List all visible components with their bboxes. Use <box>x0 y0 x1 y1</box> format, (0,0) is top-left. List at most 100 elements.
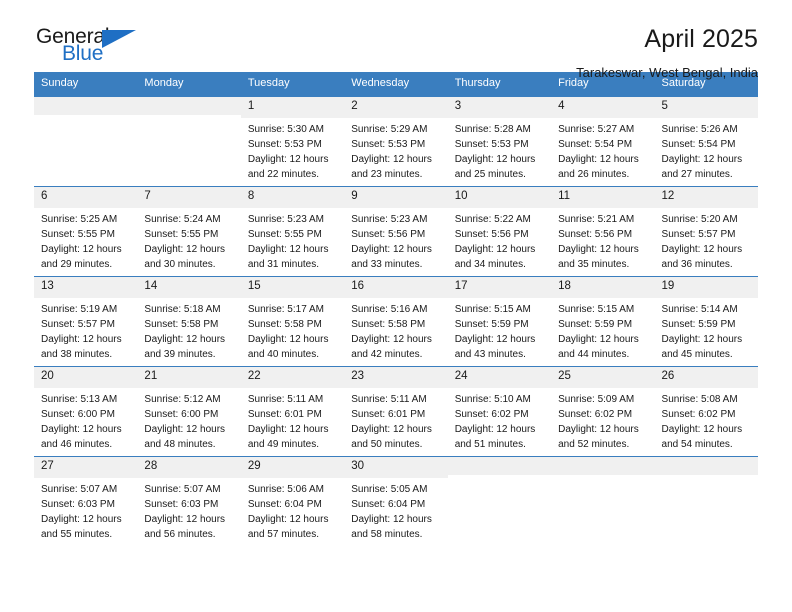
weekday-header-monday: Monday <box>137 72 241 97</box>
day-number: 19 <box>654 277 758 298</box>
daylight-duration-line1: Daylight: 12 hours <box>661 423 743 435</box>
calendar-day-cell[interactable]: 21 Sunrise: 5:12 AM Sunset: 6:00 PM Dayligh… <box>137 366 241 457</box>
calendar-day-cell[interactable]: 1 Sunrise: 5:30 AM Sunset: 5:53 PM Daylight… <box>240 96 345 187</box>
calendar-day-cell[interactable]: 22 Sunrise: 5:11 AM Sunset: 6:01 PM Dayligh… <box>240 366 345 457</box>
day-details: Sunrise: 5:07 AM Sunset: 6:03 PM Daylight:… <box>137 478 240 542</box>
calendar-day-cell[interactable]: 4 Sunrise: 5:27 AM Sunset: 5:54 PM Daylight… <box>551 96 655 187</box>
sunrise-time: Sunrise: 5:15 AM <box>454 303 531 315</box>
calendar-day-cell[interactable]: 30 Sunrise: 5:05 AM Sunset: 6:04 PM Dayligh… <box>344 456 448 547</box>
day-details: Sunrise: 5:06 AM Sunset: 6:04 PM Daylight:… <box>241 478 344 542</box>
sunset-time: Sunset: 5:59 PM <box>558 318 633 330</box>
sunrise-time: Sunrise: 5:22 AM <box>454 213 531 225</box>
sunset-time: Sunset: 6:04 PM <box>247 498 322 510</box>
day-number: 27 <box>34 457 138 478</box>
daylight-duration-line2: and 44 minutes. <box>558 348 630 360</box>
daylight-duration-line2: and 56 minutes. <box>144 528 216 540</box>
calendar-day-cell[interactable]: 24 Sunrise: 5:10 AM Sunset: 6:02 PM Dayligh… <box>447 366 552 457</box>
sunset-time: Sunset: 5:53 PM <box>247 138 322 150</box>
sunrise-time: Sunrise: 5:19 AM <box>41 303 118 315</box>
calendar-day-cell[interactable]: 27 Sunrise: 5:07 AM Sunset: 6:03 PM Dayligh… <box>34 456 138 547</box>
day-details: Sunrise: 5:25 AM Sunset: 5:55 PM Daylight:… <box>34 208 137 272</box>
calendar-day-cell[interactable]: 6 Sunrise: 5:25 AM Sunset: 5:55 PM Daylight… <box>34 186 138 277</box>
day-number: 11 <box>551 187 655 208</box>
sunrise-time: Sunrise: 5:15 AM <box>558 303 635 315</box>
day-details: Sunrise: 5:13 AM Sunset: 6:00 PM Daylight:… <box>34 388 137 452</box>
daylight-duration-line1: Daylight: 12 hours <box>144 333 226 345</box>
sunrise-time: Sunrise: 5:10 AM <box>454 393 531 405</box>
day-number: 22 <box>240 367 345 388</box>
calendar-day-cell[interactable]: 15 Sunrise: 5:17 AM Sunset: 5:58 PM Dayligh… <box>240 276 345 367</box>
calendar-day-cell-empty <box>551 456 655 547</box>
sunset-time: Sunset: 6:02 PM <box>661 408 736 420</box>
calendar-day-cell[interactable]: 16 Sunrise: 5:16 AM Sunset: 5:58 PM Dayligh… <box>344 276 448 367</box>
calendar-day-cell[interactable]: 23 Sunrise: 5:11 AM Sunset: 6:01 PM Dayligh… <box>344 366 448 457</box>
sunset-time: Sunset: 5:54 PM <box>661 138 736 150</box>
sunset-time: Sunset: 6:00 PM <box>144 408 219 420</box>
day-number: 8 <box>240 187 345 208</box>
daylight-duration-line1: Daylight: 12 hours <box>247 333 329 345</box>
sunrise-time: Sunrise: 5:25 AM <box>41 213 118 225</box>
day-number: 14 <box>137 277 241 298</box>
sunrise-time: Sunrise: 5:29 AM <box>351 123 428 135</box>
calendar-day-cell[interactable]: 8 Sunrise: 5:23 AM Sunset: 5:55 PM Daylight… <box>240 186 345 277</box>
sunset-time: Sunset: 6:01 PM <box>247 408 322 420</box>
daylight-duration-line1: Daylight: 12 hours <box>144 513 226 525</box>
calendar-day-cell[interactable]: 10 Sunrise: 5:22 AM Sunset: 5:56 PM Dayligh… <box>447 186 552 277</box>
daylight-duration-line1: Daylight: 12 hours <box>247 423 329 435</box>
general-blue-logo[interactable]: General Blue <box>34 26 154 72</box>
sunrise-time: Sunrise: 5:12 AM <box>144 393 221 405</box>
calendar-day-cell[interactable]: 11 Sunrise: 5:21 AM Sunset: 5:56 PM Dayligh… <box>551 186 655 277</box>
calendar-day-cell[interactable]: 2 Sunrise: 5:29 AM Sunset: 5:53 PM Daylight… <box>344 96 448 187</box>
day-number <box>137 97 241 116</box>
calendar-body: 1 Sunrise: 5:30 AM Sunset: 5:53 PM Daylight… <box>34 96 758 547</box>
day-number <box>34 97 138 116</box>
day-number: 24 <box>447 367 552 388</box>
day-number: 9 <box>344 187 448 208</box>
calendar-week-row: 27 Sunrise: 5:07 AM Sunset: 6:03 PM Dayligh… <box>34 456 758 547</box>
calendar-day-cell[interactable]: 28 Sunrise: 5:07 AM Sunset: 6:03 PM Dayligh… <box>137 456 241 547</box>
calendar-day-cell[interactable]: 3 Sunrise: 5:28 AM Sunset: 5:53 PM Daylight… <box>447 96 552 187</box>
calendar-day-cell[interactable]: 18 Sunrise: 5:15 AM Sunset: 5:59 PM Dayligh… <box>551 276 655 367</box>
day-details: Sunrise: 5:15 AM Sunset: 5:59 PM Daylight:… <box>448 298 551 362</box>
sunset-time: Sunset: 6:03 PM <box>41 498 115 510</box>
day-number <box>654 457 758 476</box>
day-details: Sunrise: 5:16 AM Sunset: 5:58 PM Daylight:… <box>344 298 447 362</box>
daylight-duration-line1: Daylight: 12 hours <box>144 423 226 435</box>
calendar-day-cell[interactable]: 13 Sunrise: 5:19 AM Sunset: 5:57 PM Dayligh… <box>34 276 138 367</box>
calendar-day-cell[interactable]: 5 Sunrise: 5:26 AM Sunset: 5:54 PM Daylight… <box>654 96 758 187</box>
calendar-day-cell[interactable]: 25 Sunrise: 5:09 AM Sunset: 6:02 PM Dayligh… <box>551 366 655 457</box>
sunset-time: Sunset: 5:56 PM <box>558 228 633 240</box>
daylight-duration-line1: Daylight: 12 hours <box>454 423 536 435</box>
day-details: Sunrise: 5:15 AM Sunset: 5:59 PM Daylight:… <box>551 298 654 362</box>
calendar-day-cell-empty <box>137 96 241 187</box>
daylight-duration-line1: Daylight: 12 hours <box>454 333 536 345</box>
calendar-day-cell[interactable]: 20 Sunrise: 5:13 AM Sunset: 6:00 PM Dayligh… <box>34 366 138 457</box>
calendar-day-cell[interactable]: 9 Sunrise: 5:23 AM Sunset: 5:56 PM Daylight… <box>344 186 448 277</box>
calendar-day-cell[interactable]: 26 Sunrise: 5:08 AM Sunset: 6:02 PM Dayligh… <box>654 366 758 457</box>
sunset-time: Sunset: 5:54 PM <box>558 138 633 150</box>
daylight-duration-line2: and 40 minutes. <box>247 348 320 360</box>
daylight-duration-line1: Daylight: 12 hours <box>351 243 432 255</box>
calendar-day-cell[interactable]: 29 Sunrise: 5:06 AM Sunset: 6:04 PM Dayligh… <box>240 456 345 547</box>
daylight-duration-line1: Daylight: 12 hours <box>661 333 743 345</box>
calendar-week-row: 13 Sunrise: 5:19 AM Sunset: 5:57 PM Dayligh… <box>34 276 758 367</box>
calendar-day-cell[interactable]: 7 Sunrise: 5:24 AM Sunset: 5:55 PM Daylight… <box>137 186 241 277</box>
day-number: 2 <box>344 97 448 118</box>
sunset-time: Sunset: 6:02 PM <box>558 408 633 420</box>
daylight-duration-line1: Daylight: 12 hours <box>144 243 226 255</box>
calendar-day-cell[interactable]: 14 Sunrise: 5:18 AM Sunset: 5:58 PM Dayligh… <box>137 276 241 367</box>
sunrise-time: Sunrise: 5:08 AM <box>661 393 738 405</box>
sunset-time: Sunset: 5:55 PM <box>41 228 115 240</box>
daylight-duration-line2: and 34 minutes. <box>454 258 526 270</box>
daylight-duration-line1: Daylight: 12 hours <box>558 333 639 345</box>
day-number: 13 <box>34 277 138 298</box>
page-header: General Blue April 2025 Tarakeswar, West… <box>34 0 758 79</box>
calendar-day-cell[interactable]: 17 Sunrise: 5:15 AM Sunset: 5:59 PM Dayligh… <box>447 276 552 367</box>
daylight-duration-line1: Daylight: 12 hours <box>247 243 329 255</box>
calendar-day-cell[interactable]: 19 Sunrise: 5:14 AM Sunset: 5:59 PM Dayligh… <box>654 276 758 367</box>
daylight-duration-line2: and 31 minutes. <box>247 258 320 270</box>
calendar-day-cell[interactable]: 12 Sunrise: 5:20 AM Sunset: 5:57 PM Dayligh… <box>654 186 758 277</box>
sunset-time: Sunset: 5:56 PM <box>454 228 529 240</box>
weekday-header-tuesday: Tuesday <box>240 72 345 97</box>
sunset-time: Sunset: 5:59 PM <box>661 318 736 330</box>
